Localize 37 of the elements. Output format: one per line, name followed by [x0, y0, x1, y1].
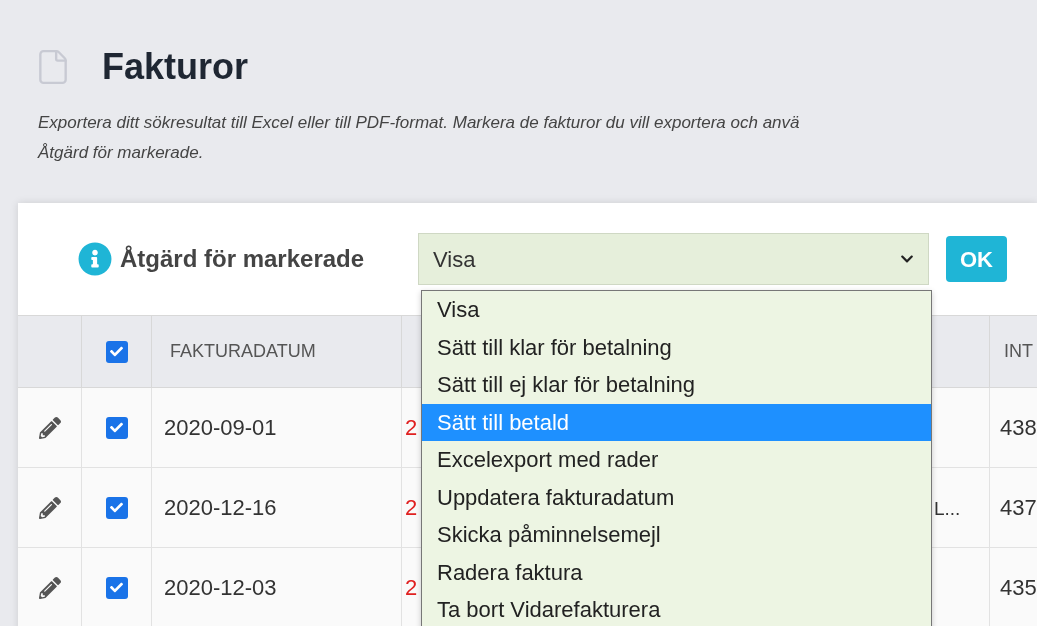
- checkbox[interactable]: [105, 416, 128, 439]
- checkmark-icon: [110, 501, 123, 514]
- info-icon: [78, 242, 112, 276]
- column-header: INT: [1004, 340, 1033, 363]
- table-cell-text: 2: [405, 414, 418, 442]
- table-cell-text: 2: [405, 494, 418, 522]
- description-text: Åtgärd för markerade.: [38, 142, 205, 164]
- action-select[interactable]: Visa: [418, 233, 929, 285]
- bulk-action-label: Åtgärd för markerade: [120, 244, 366, 274]
- edit-icon[interactable]: [38, 496, 61, 519]
- column-header: FAKTURADATUM: [170, 340, 316, 363]
- table-cell-text: 2020-09-01: [164, 414, 277, 442]
- dropdown-option[interactable]: Radera faktura: [422, 553, 931, 591]
- dropdown-option[interactable]: Excelexport med rader: [422, 441, 931, 479]
- table-cell-text: 437: [1000, 494, 1037, 522]
- table-cell-text: 438: [1000, 414, 1037, 442]
- edit-icon[interactable]: [38, 576, 61, 599]
- table-cell-text: 2: [405, 574, 418, 602]
- dropdown-option[interactable]: Skicka påminnelsemejl: [422, 516, 931, 554]
- dropdown-option[interactable]: Uppdatera fakturadatum: [422, 478, 931, 516]
- checkbox[interactable]: [105, 496, 128, 519]
- table-cell-text: 2020-12-16: [164, 494, 277, 522]
- page-title: Fakturor: [102, 45, 249, 89]
- checkbox[interactable]: [105, 340, 128, 363]
- checkbox[interactable]: [105, 576, 128, 599]
- edit-icon[interactable]: [38, 416, 61, 439]
- dropdown-option[interactable]: Visa: [422, 291, 931, 329]
- dropdown-option[interactable]: Sätt till klar för betalning: [422, 328, 931, 366]
- table-cell-text: 435: [1000, 574, 1037, 602]
- checkmark-icon: [110, 581, 123, 594]
- description-text: Exportera ditt sökresultat till Excel eller till PDF-format. Markera de fakturor du vill exportera och anvä: [38, 112, 801, 134]
- checkmark-icon: [110, 345, 123, 358]
- dropdown-option[interactable]: Ta bort Vidarefakturera: [422, 591, 931, 626]
- dropdown-option[interactable]: Sätt till ej klar för betalning: [422, 366, 931, 404]
- table-cell-text: L...: [934, 497, 961, 522]
- table-cell-text: 2020-12-03: [164, 574, 277, 602]
- checkmark-icon: [110, 421, 123, 434]
